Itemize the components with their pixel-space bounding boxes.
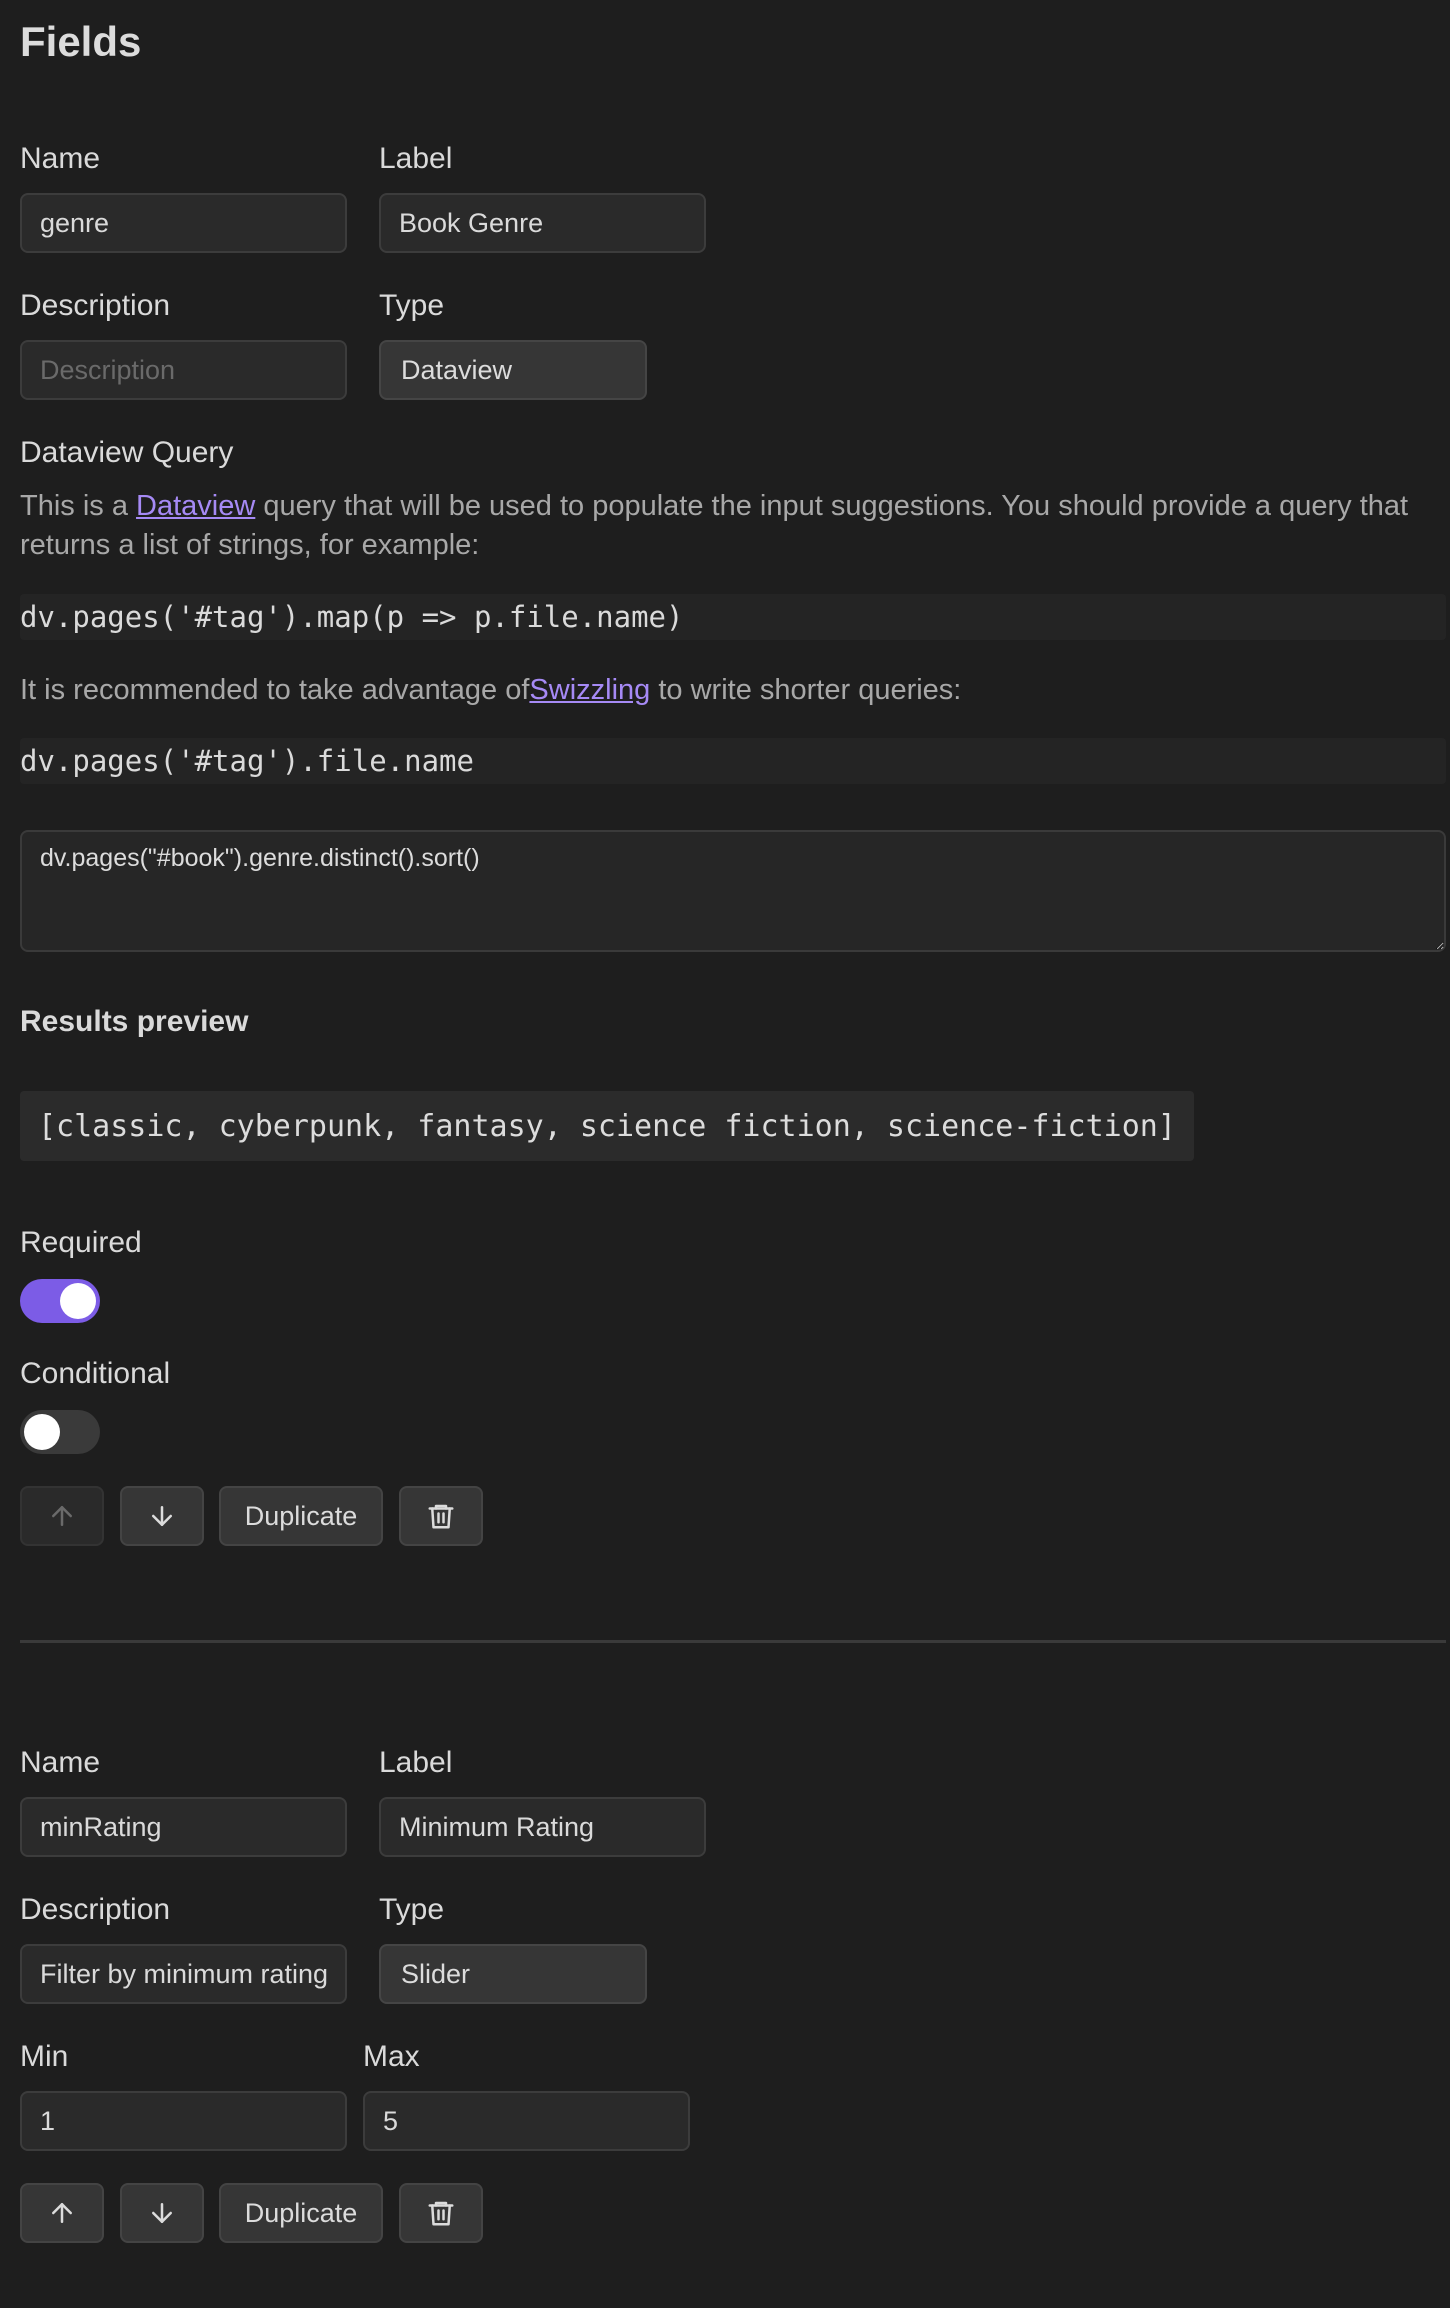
swizzling-link[interactable]: Swizzling — [529, 674, 650, 706]
code-example-swizzle: dv.pages('#tag').file.name — [20, 738, 1446, 784]
results-preview-heading: Results preview — [20, 1005, 249, 1038]
type-select-value: Slider — [401, 1958, 471, 1989]
trash-icon — [426, 1501, 456, 1531]
label-label: Label — [379, 1746, 453, 1779]
code-example-map: dv.pages('#tag').map(p => p.file.name) — [20, 594, 1446, 640]
label-input[interactable] — [379, 193, 706, 253]
name-input[interactable] — [20, 1797, 347, 1857]
help-text-part: to write shorter queries: — [650, 674, 962, 706]
type-select[interactable]: Slider — [379, 1944, 647, 2004]
type-label: Type — [379, 1893, 445, 1926]
description-label: Description — [20, 1893, 171, 1926]
help-text-part: It is recommended to take advantage of — [20, 674, 530, 706]
move-down-button[interactable] — [120, 2183, 204, 2243]
move-down-button[interactable] — [120, 1486, 204, 1546]
help-text-part: This is a — [20, 490, 137, 522]
arrow-up-icon — [47, 1501, 77, 1531]
type-select-value: Dataview — [401, 354, 513, 385]
arrow-up-icon — [47, 2198, 77, 2228]
max-label: Max — [363, 2040, 420, 2073]
type-label: Type — [379, 289, 445, 322]
required-toggle[interactable] — [20, 1279, 100, 1323]
conditional-label: Conditional — [20, 1357, 171, 1390]
query-textarea[interactable]: dv.pages("#book").genre.distinct().sort(… — [20, 830, 1446, 952]
max-input[interactable] — [363, 2091, 690, 2151]
description-input[interactable] — [20, 340, 347, 400]
min-input[interactable] — [20, 2091, 347, 2151]
name-label: Name — [20, 1746, 101, 1779]
results-preview: [classic, cyberpunk, fantasy, science fi… — [20, 1091, 1194, 1161]
label-label: Label — [379, 142, 453, 175]
name-label: Name — [20, 142, 101, 175]
duplicate-button[interactable]: Duplicate — [219, 1486, 383, 1546]
required-label: Required — [20, 1226, 142, 1259]
delete-button[interactable] — [399, 2183, 483, 2243]
name-input[interactable] — [20, 193, 347, 253]
dataview-link[interactable]: Dataview — [136, 490, 255, 522]
description-label: Description — [20, 289, 171, 322]
arrow-down-icon — [147, 2198, 177, 2228]
duplicate-button[interactable]: Duplicate — [219, 2183, 383, 2243]
query-help-text: This is a Dataview query that will be us… — [20, 487, 1446, 565]
dataview-query-heading: Dataview Query — [20, 436, 234, 469]
page-title: Fields — [20, 18, 142, 65]
move-up-button[interactable] — [20, 2183, 104, 2243]
swizzling-help-text: It is recommended to take advantage ofSw… — [20, 671, 1446, 710]
field-divider — [20, 1640, 1446, 1643]
description-input[interactable] — [20, 1944, 347, 2004]
toggle-knob — [24, 1414, 60, 1450]
type-select[interactable]: Dataview — [379, 340, 647, 400]
conditional-toggle[interactable] — [20, 1410, 100, 1454]
min-label: Min — [20, 2040, 69, 2073]
label-input[interactable] — [379, 1797, 706, 1857]
toggle-knob — [60, 1283, 96, 1319]
arrow-down-icon — [147, 1501, 177, 1531]
delete-button[interactable] — [399, 1486, 483, 1546]
move-up-button[interactable] — [20, 1486, 104, 1546]
trash-icon — [426, 2198, 456, 2228]
